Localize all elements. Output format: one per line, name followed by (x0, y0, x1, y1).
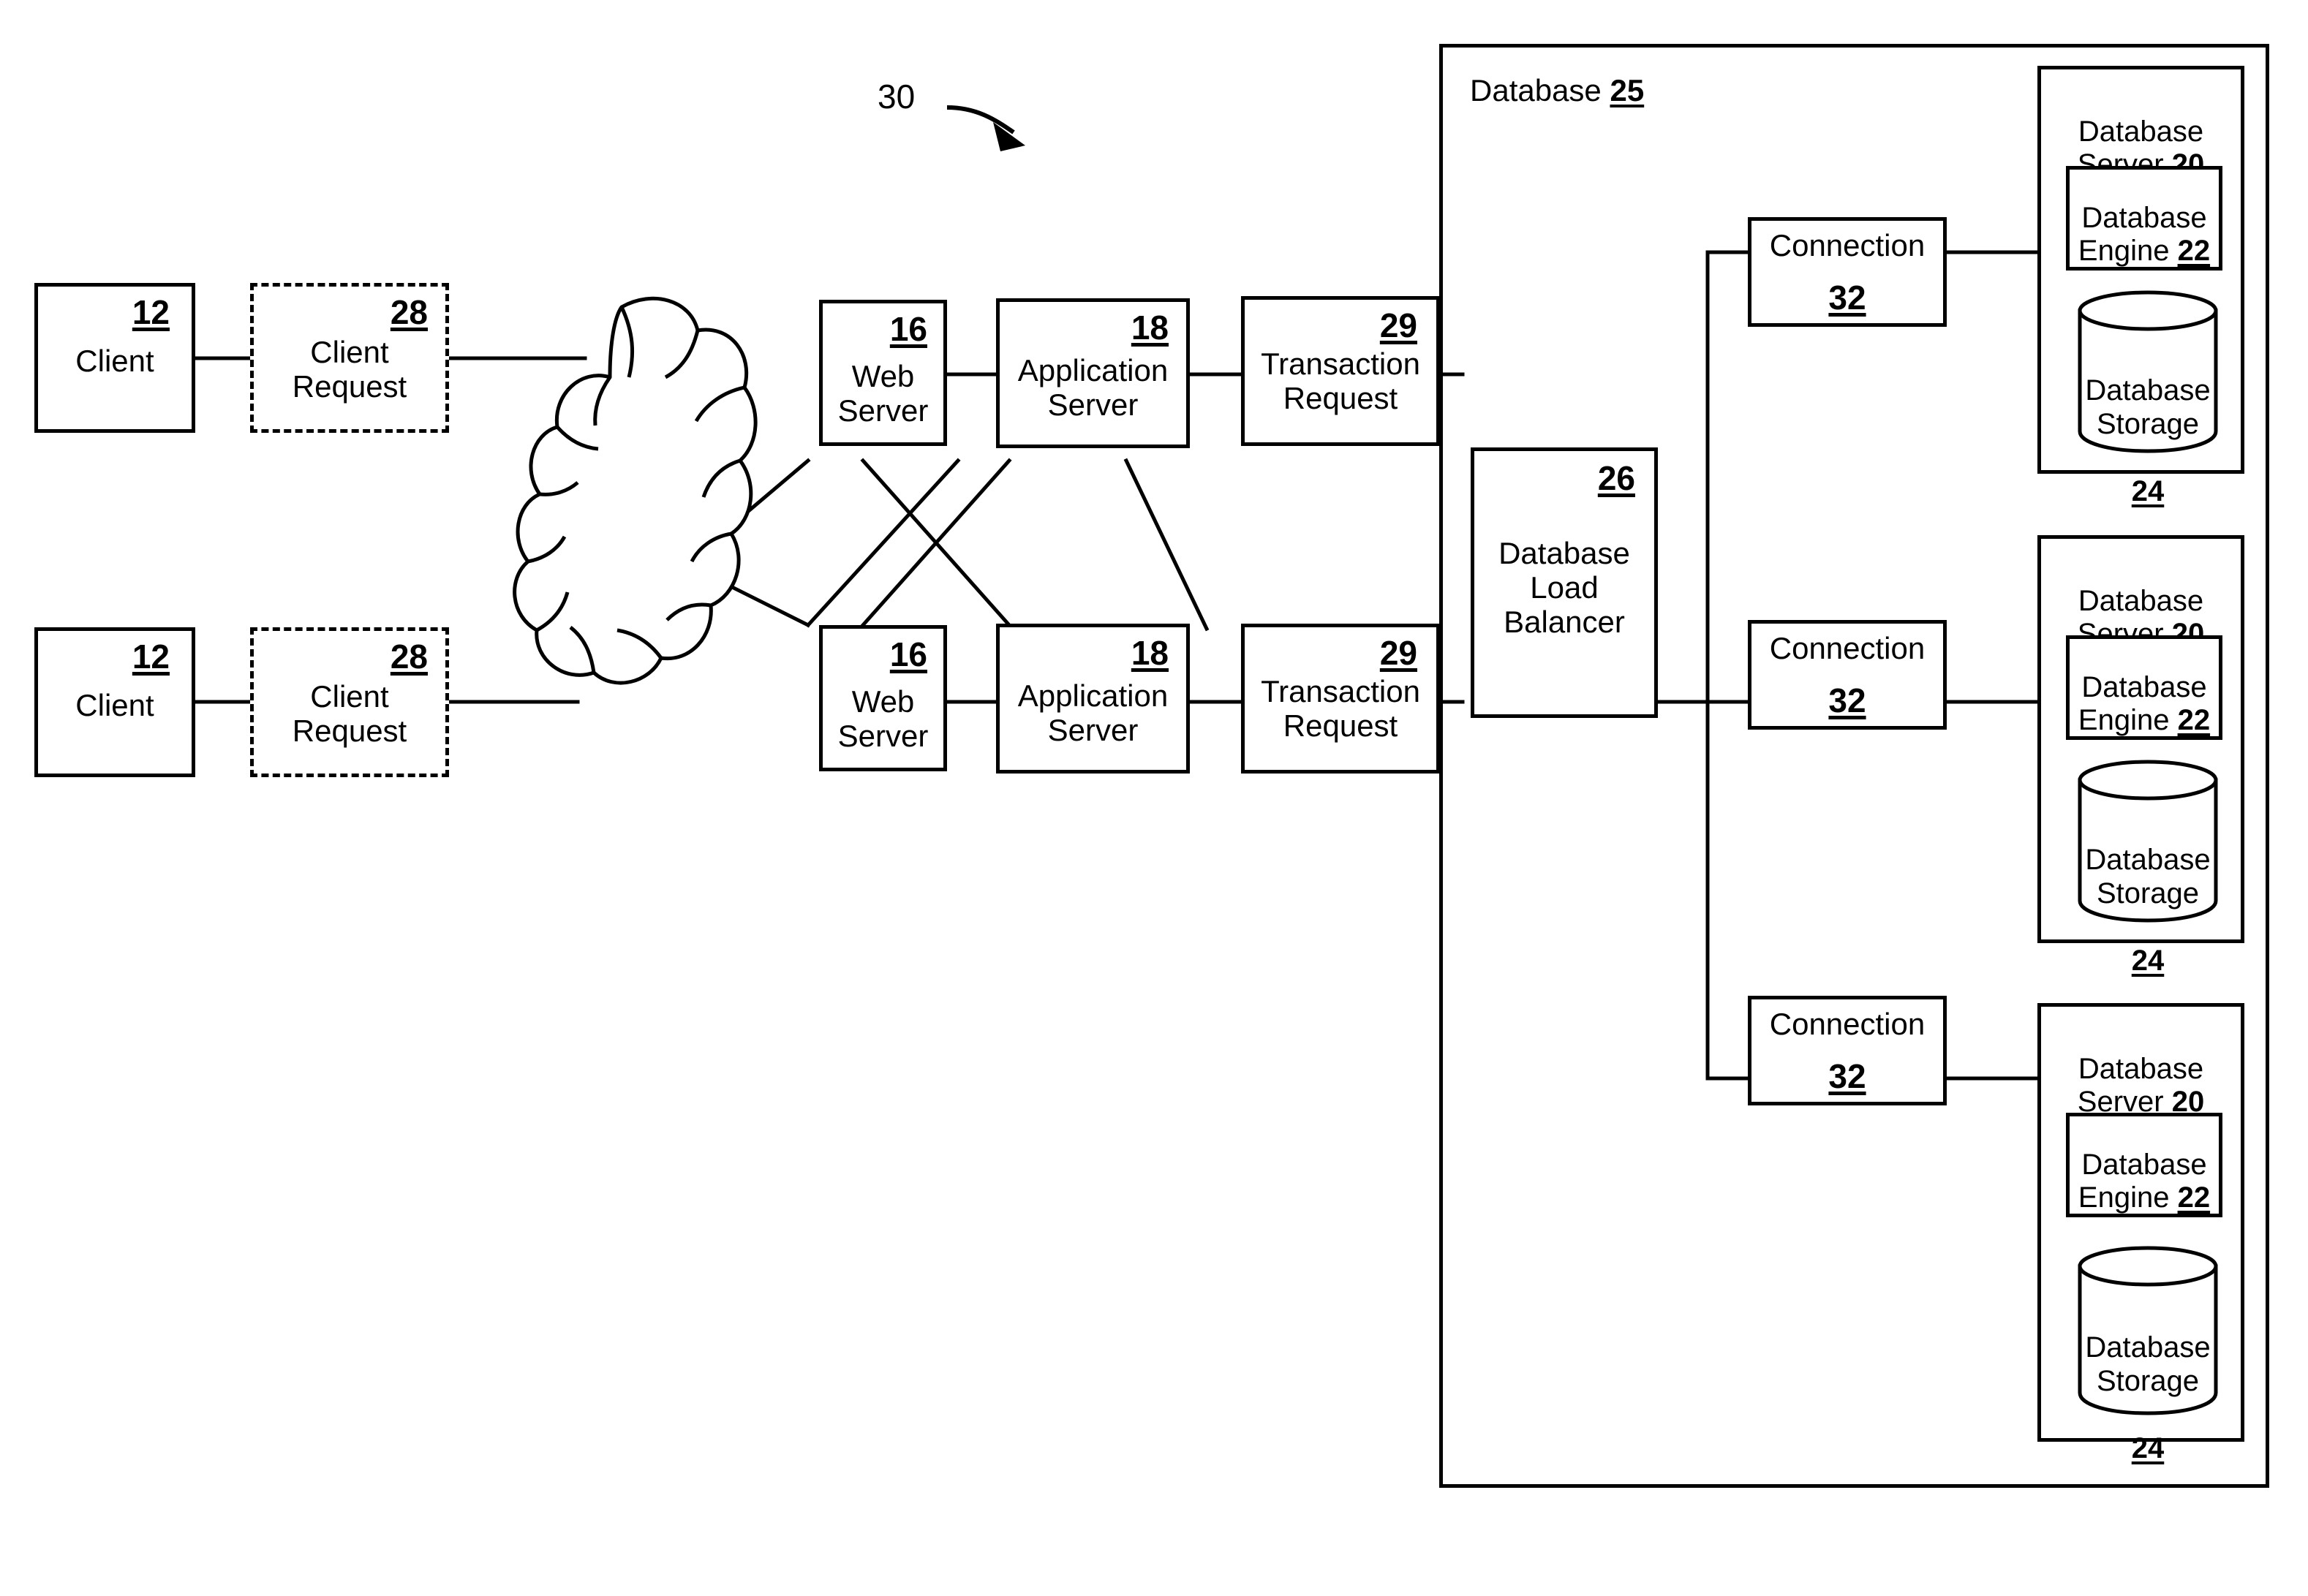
database-storage-text-3: Database Storage 24 (2076, 1297, 2220, 1465)
application-server-box-top[interactable]: 18 Application Server (996, 298, 1190, 448)
figure-callout-arrow-icon (946, 105, 1025, 151)
connection-ref-1: 32 (1828, 279, 1866, 317)
figure-callout-label: 30 (878, 77, 916, 116)
connection-ref-2: 32 (1828, 681, 1866, 719)
database-server-card-2[interactable]: Database Server 20 Database Engine 22 Da… (2037, 535, 2244, 977)
database-engine-ref-1: 22 (2177, 234, 2211, 267)
application-server-label-top: Application Server (1017, 353, 1169, 423)
connection-box-3[interactable]: Connection 32 (1748, 996, 1947, 1105)
database-engine-text-1: Database Engine 22 (2078, 169, 2210, 267)
patent-figure-canvas: 30 12 Client 28 Client Request 12 Client… (0, 0, 2308, 1596)
database-server-card-3[interactable]: Database Server 20 Database Engine 22 Da… (2037, 1003, 2244, 1464)
connection-label-2: Connection (1769, 631, 1926, 665)
database-storage-text-1: Database Storage 24 (2076, 340, 2220, 508)
transaction-request-ref-top: 29 (1379, 306, 1417, 344)
database-engine-box-1[interactable]: Database Engine 22 (2066, 166, 2222, 271)
database-storage-label-2: Database Storage (2085, 844, 2211, 909)
database-storage-label-3: Database Storage (2085, 1331, 2211, 1397)
database-engine-text-2: Database Engine 22 (2078, 638, 2210, 736)
web-server-ref-bottom: 16 (889, 635, 927, 673)
client-request-box-top[interactable]: 28 Client Request (250, 283, 449, 433)
database-container-title-ref: 25 (1610, 73, 1645, 107)
client-request-ref-top: 28 (390, 293, 428, 331)
database-engine-ref-3: 22 (2177, 1181, 2211, 1214)
database-container-title: Database 25 (1470, 73, 1644, 108)
database-server-card-1[interactable]: Database Server 20 Database Engine 22 Da… (2037, 66, 2244, 507)
application-server-box-bottom[interactable]: 18 Application Server (996, 624, 1190, 774)
connection-box-1[interactable]: Connection 32 (1748, 217, 1947, 327)
application-server-ref-top: 18 (1131, 309, 1169, 347)
web-server-label-bottom: Web Server (837, 684, 929, 754)
database-storage-cylinder-3[interactable]: Database Storage 24 (2076, 1244, 2220, 1464)
client-ref-bottom: 12 (132, 638, 170, 676)
client-request-box-bottom[interactable]: 28 Client Request (250, 627, 449, 777)
web-server-label-top: Web Server (837, 359, 929, 428)
transaction-request-ref-bottom: 29 (1379, 634, 1417, 672)
database-engine-box-3[interactable]: Database Engine 22 (2066, 1113, 2222, 1217)
transaction-request-box-top[interactable]: 29 Transaction Request (1241, 296, 1440, 446)
application-server-ref-bottom: 18 (1131, 634, 1169, 672)
web-server-box-top[interactable]: 16 Web Server (819, 300, 947, 446)
database-engine-ref-2: 22 (2177, 703, 2211, 736)
client-box-top[interactable]: 12 Client (34, 283, 195, 433)
database-storage-cylinder-2[interactable]: Database Storage 24 (2076, 758, 2220, 977)
client-box-bottom[interactable]: 12 Client (34, 627, 195, 777)
client-label-top: Client (75, 344, 154, 378)
database-storage-label-1: Database Storage (2085, 374, 2211, 440)
transaction-request-label-top: Transaction Request (1261, 347, 1420, 416)
database-storage-text-2: Database Storage 24 (2076, 809, 2220, 977)
client-ref-top: 12 (132, 293, 170, 331)
network-cloud-shape (512, 292, 761, 702)
database-server-title-3: Database Server 20 (2041, 1020, 2241, 1118)
transaction-request-box-bottom[interactable]: 29 Transaction Request (1241, 624, 1440, 774)
database-storage-ref-1: 24 (2131, 475, 2165, 507)
database-load-balancer-ref: 26 (1597, 459, 1635, 497)
application-server-label-bottom: Application Server (1017, 678, 1169, 748)
transaction-request-label-bottom: Transaction Request (1261, 674, 1420, 744)
connection-box-2[interactable]: Connection 32 (1748, 620, 1947, 730)
database-engine-box-2[interactable]: Database Engine 22 (2066, 635, 2222, 740)
web-server-box-bottom[interactable]: 16 Web Server (819, 625, 947, 771)
connection-ref-3: 32 (1828, 1057, 1866, 1095)
database-container-title-text: Database (1470, 73, 1602, 107)
database-load-balancer-label: Database Load Balancer (1498, 536, 1630, 640)
client-request-label-bottom: Client Request (292, 679, 407, 749)
database-storage-cylinder-1[interactable]: Database Storage 24 (2076, 289, 2220, 507)
client-label-bottom: Client (75, 688, 154, 722)
database-storage-ref-2: 24 (2131, 945, 2165, 977)
client-request-ref-bottom: 28 (390, 638, 428, 676)
database-load-balancer-box[interactable]: 26 Database Load Balancer (1471, 447, 1658, 718)
connection-label-1: Connection (1769, 228, 1926, 262)
database-engine-text-3: Database Engine 22 (2078, 1116, 2210, 1214)
web-server-ref-top: 16 (889, 310, 927, 348)
client-request-label-top: Client Request (292, 335, 407, 404)
database-storage-ref-3: 24 (2131, 1432, 2165, 1464)
connection-label-3: Connection (1769, 1007, 1926, 1041)
